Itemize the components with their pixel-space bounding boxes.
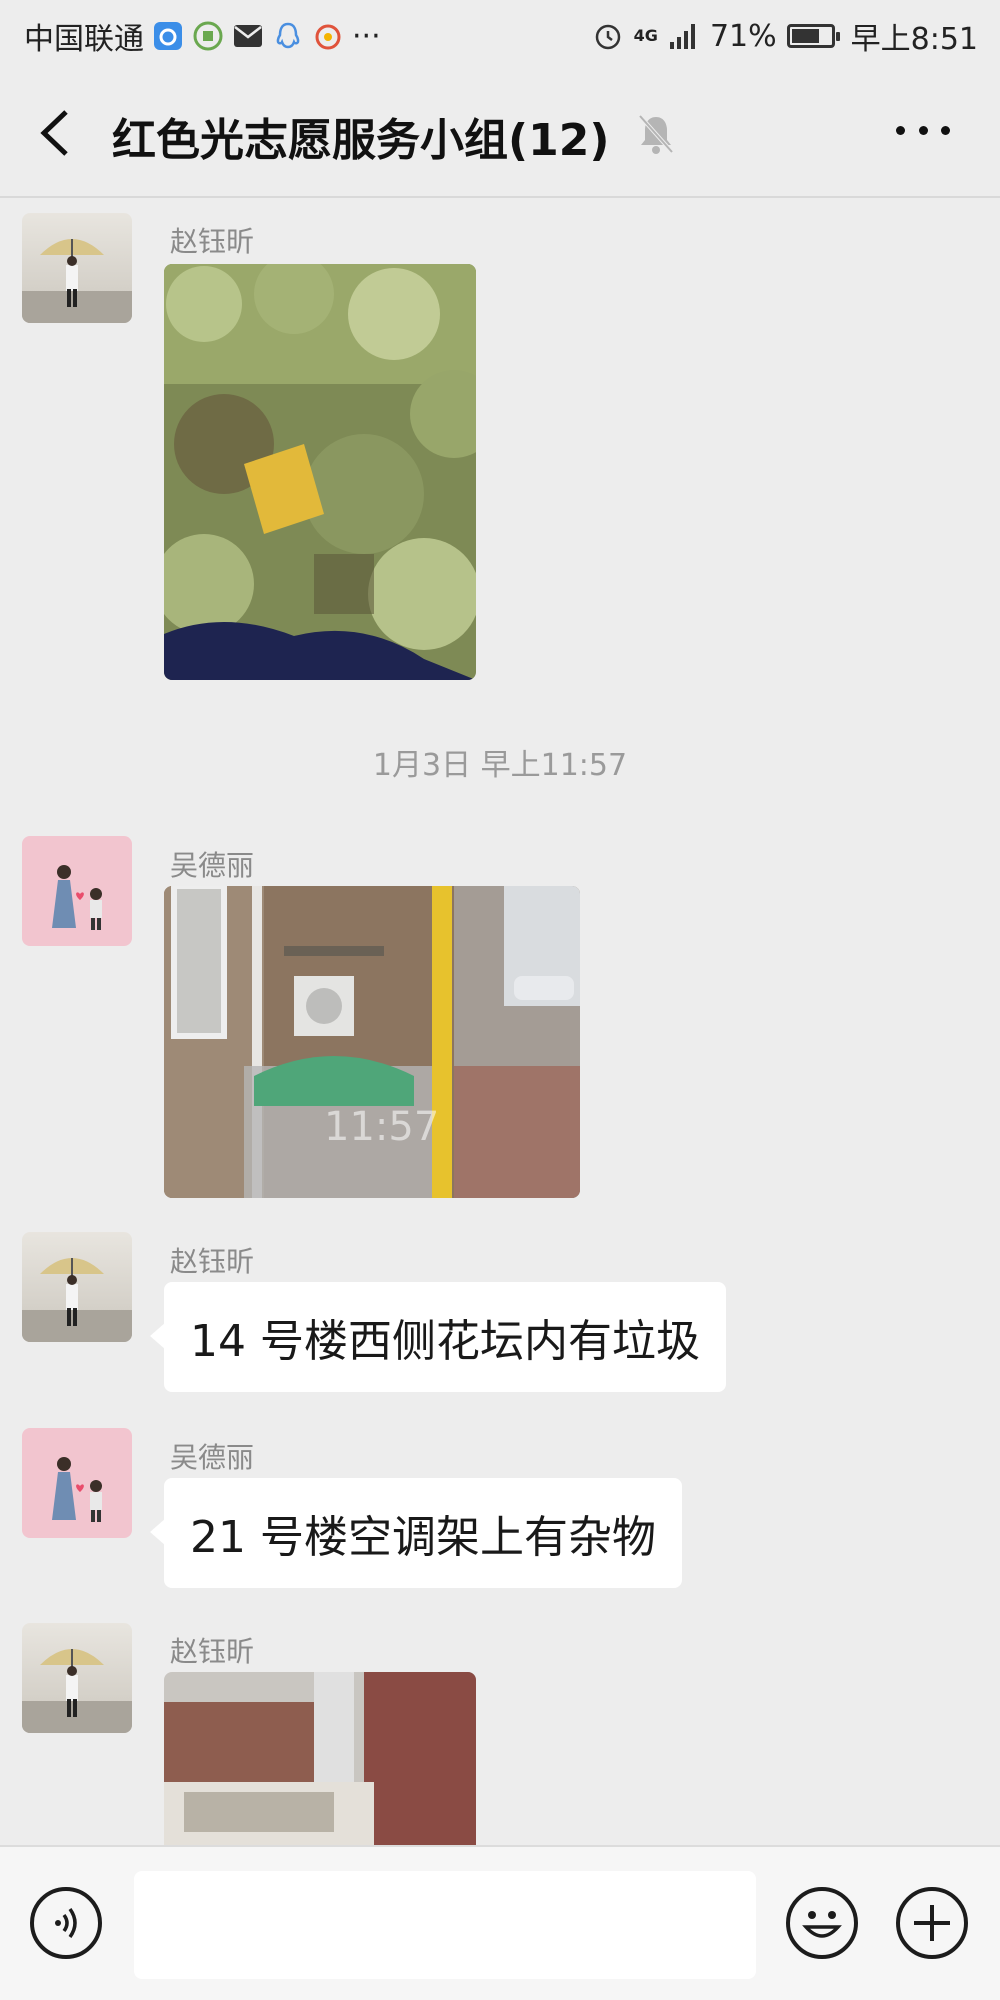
image-message[interactable] xyxy=(164,264,476,680)
avatar[interactable] xyxy=(22,836,132,946)
sender-name: 赵钰昕 xyxy=(170,1245,255,1278)
sender-name: 赵钰昕 xyxy=(170,1635,255,1668)
umbrella-person-avatar-icon xyxy=(22,1258,132,1342)
emoji-button[interactable] xyxy=(786,1887,858,1959)
cloud-app-icon xyxy=(152,20,184,52)
battery-percent: 71% xyxy=(709,18,777,54)
voice-icon xyxy=(55,1907,77,1939)
avatar[interactable] xyxy=(22,213,132,323)
more-functions-button[interactable] xyxy=(896,1887,968,1959)
status-bar: 中国联通 ··· 4G 71% 早上8:51 xyxy=(0,0,1000,68)
muted-bell-icon xyxy=(638,114,674,154)
avatar[interactable] xyxy=(22,1428,132,1538)
dot-icon xyxy=(896,125,905,135)
more-notifications-label: ··· xyxy=(352,18,381,54)
umbrella-person-avatar-icon xyxy=(22,239,132,323)
battery-icon xyxy=(786,24,840,48)
wall-photo xyxy=(164,886,580,1198)
battery-level xyxy=(791,29,819,43)
image-message[interactable] xyxy=(164,1672,476,1845)
avatar[interactable] xyxy=(22,1232,132,1342)
chat-title: 红色光志愿服务小组(12) xyxy=(112,115,610,166)
shrub-photo xyxy=(164,264,476,680)
dot-icon xyxy=(941,125,950,135)
bank-app-icon xyxy=(192,20,224,52)
chat-header: 红色光志愿服务小组(12) xyxy=(0,68,1000,198)
mother-child-avatar-icon xyxy=(52,865,102,930)
chat-input-bar xyxy=(0,1845,1000,2000)
photo-watermark: 11:57 xyxy=(324,1104,440,1150)
mother-child-avatar-icon xyxy=(52,1457,102,1522)
plus-icon xyxy=(914,1905,950,1941)
sender-name: 吴德丽 xyxy=(170,849,255,882)
more-options-button[interactable] xyxy=(896,120,950,140)
qq-app-icon xyxy=(272,20,304,52)
text-message-bubble[interactable]: 14 号楼西侧花坛内有垃圾 xyxy=(150,1282,726,1392)
signal-icon xyxy=(668,20,700,52)
timestamp: 1月3日 早上11:57 xyxy=(372,748,628,783)
clock: 早上8:51 xyxy=(850,22,978,57)
weibo-app-icon xyxy=(312,20,344,52)
message-input[interactable] xyxy=(134,1871,756,1979)
back-arrow-icon[interactable] xyxy=(36,108,76,158)
dot-icon xyxy=(918,125,928,135)
voice-input-button[interactable] xyxy=(30,1887,102,1959)
text-message-bubble[interactable]: 21 号楼空调架上有杂物 xyxy=(150,1478,682,1588)
network-type-label: 4G xyxy=(633,26,658,45)
building-photo xyxy=(164,1672,476,1845)
umbrella-person-avatar-icon xyxy=(22,1649,132,1733)
mail-icon xyxy=(232,20,264,52)
sender-name: 赵钰昕 xyxy=(170,225,255,258)
image-message[interactable]: 11:57 xyxy=(164,886,580,1198)
avatar[interactable] xyxy=(22,1623,132,1733)
sender-name: 吴德丽 xyxy=(170,1441,255,1474)
alarm-icon xyxy=(592,20,624,52)
smiley-icon xyxy=(802,1911,842,1938)
carrier-label: 中国联通 xyxy=(24,22,144,57)
